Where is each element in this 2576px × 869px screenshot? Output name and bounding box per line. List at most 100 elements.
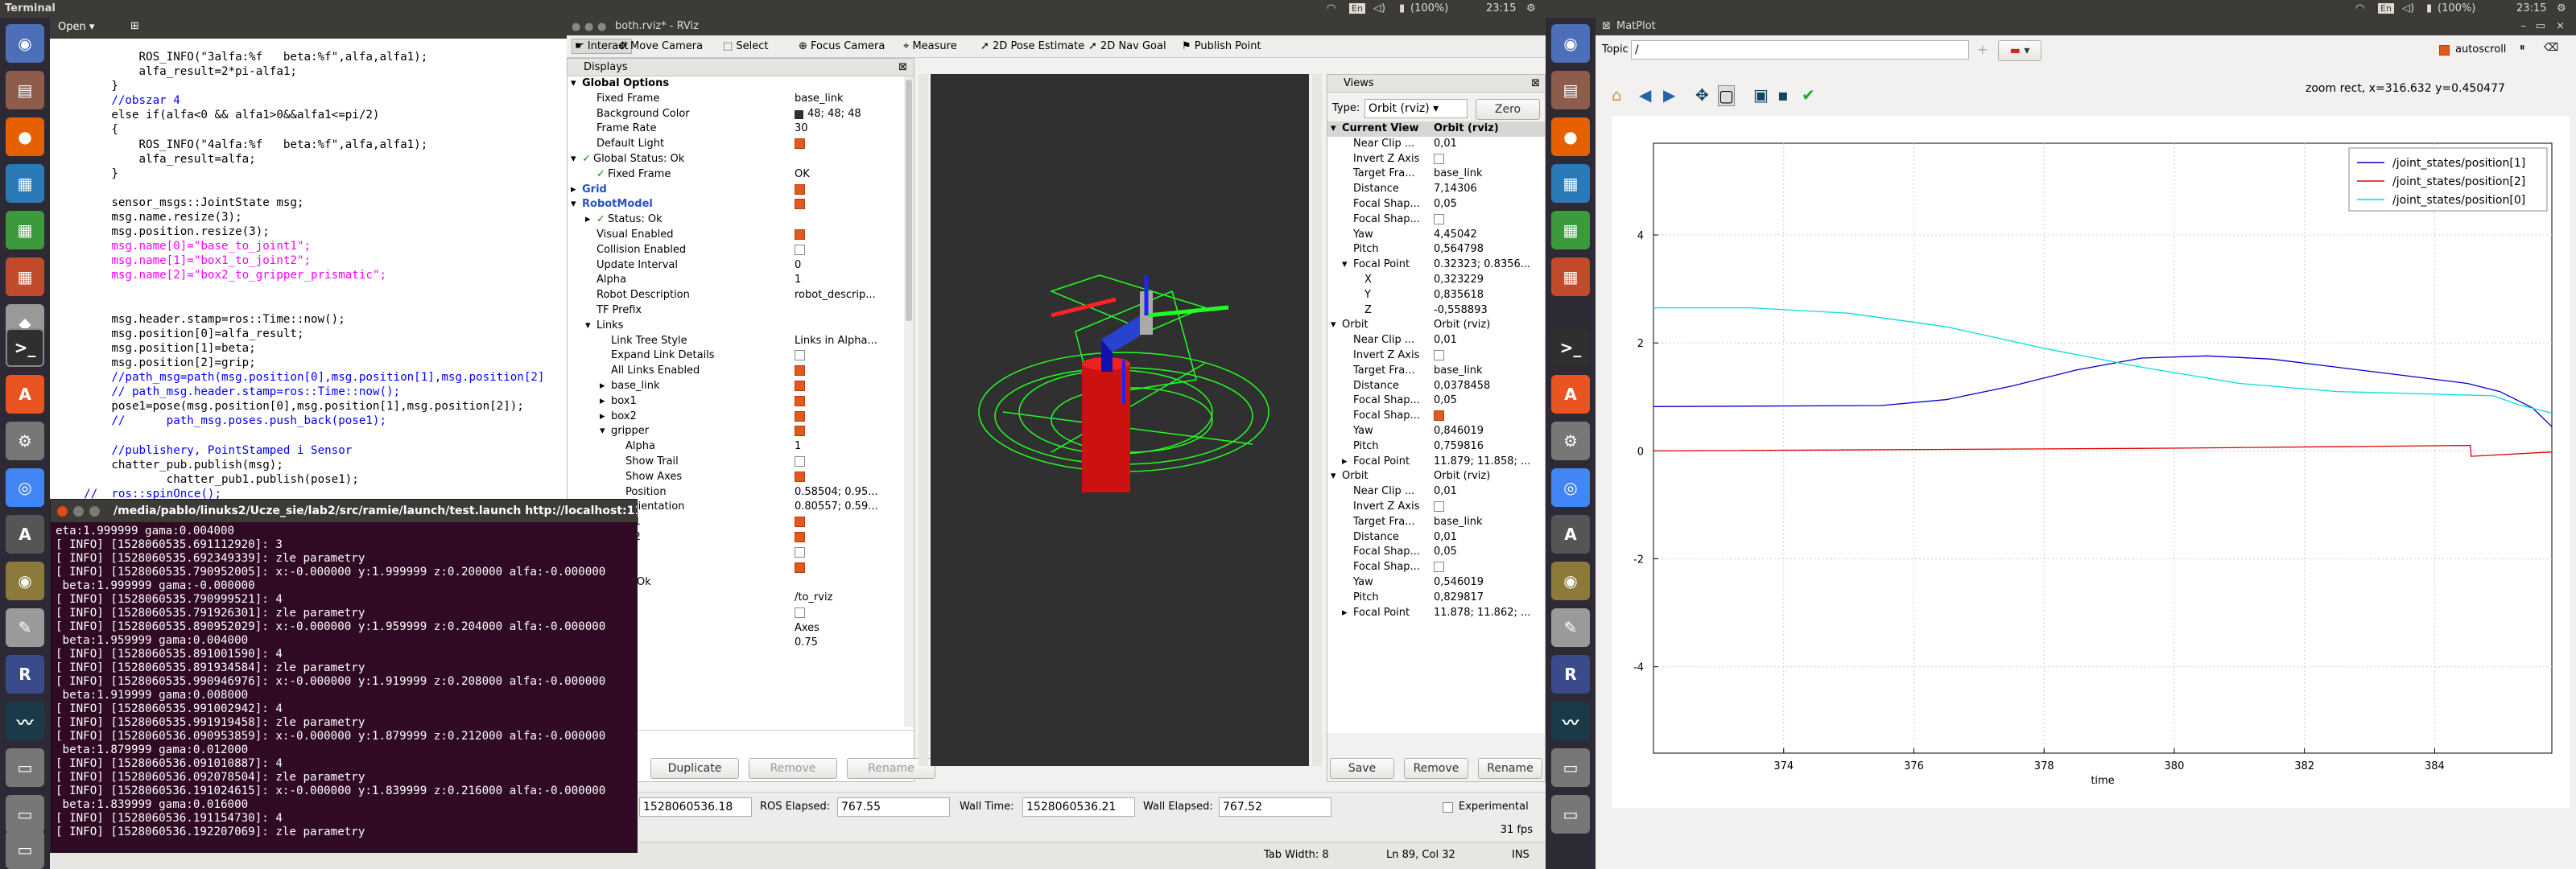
expand-arrow-icon[interactable]: ▸ — [585, 212, 591, 228]
zoom-icon[interactable]: ▢ — [1718, 85, 1735, 106]
displays-close-icon[interactable]: ⊠ — [898, 59, 907, 76]
new-tab-icon[interactable]: ⊞ — [130, 20, 139, 32]
tree-row[interactable]: Link Tree Style Links in Alpha... — [568, 334, 914, 349]
property-checkbox[interactable] — [1434, 213, 1444, 224]
terminal-icon-2[interactable]: >_ — [1551, 328, 1590, 367]
text-editor-icon[interactable]: ✎ — [6, 608, 44, 647]
tree-row[interactable]: Y 0,835618 — [1327, 288, 1545, 303]
tree-row[interactable]: ▸ Focal Point 11.879; 11.858; ... — [1327, 455, 1545, 470]
views-close-icon[interactable]: ⊠ — [1531, 75, 1540, 93]
property-value[interactable]: Links in Alpha... — [795, 334, 877, 349]
tree-row[interactable]: ▾ Focal Point 0.32323; 0.8356... — [1327, 257, 1545, 273]
expand-arrow-icon[interactable]: ▾ — [571, 76, 576, 92]
tree-row[interactable]: Near Clip ... 0,01 — [1327, 333, 1545, 348]
drive-icon[interactable]: ▭ — [6, 748, 44, 787]
property-checkbox[interactable] — [795, 138, 805, 150]
firefox-icon[interactable]: ● — [6, 117, 44, 156]
tool-publish-point[interactable]: ⚑ Publish Point — [1182, 40, 1261, 52]
expand-arrow-icon[interactable]: ▸ — [1342, 606, 1348, 621]
property-value[interactable]: Orbit (rviz) — [1434, 318, 1490, 333]
property-value[interactable]: base_link — [795, 92, 843, 107]
settings-gear-icon[interactable]: ⚙ — [1526, 2, 1536, 14]
tool-measure[interactable]: ⌖ Measure — [903, 40, 957, 52]
expand-arrow-icon[interactable]: ▾ — [571, 197, 576, 212]
tree-row[interactable]: TF Prefix — [568, 303, 914, 319]
battery-icon[interactable]: ▮ — [1399, 2, 1405, 14]
tree-row[interactable]: Pitch 0,759816 — [1327, 439, 1545, 455]
property-value[interactable]: base_link — [1434, 167, 1482, 182]
rename-view-button[interactable]: Rename — [1478, 758, 1542, 779]
property-value[interactable]: 0,564798 — [1434, 242, 1484, 257]
tree-row[interactable]: ▸ box2 — [568, 410, 914, 425]
calc-icon[interactable]: ▦ — [6, 211, 44, 249]
drive-icon-4[interactable]: ▭ — [1551, 795, 1590, 834]
rviz-min-icon[interactable]: ● — [584, 21, 593, 33]
property-value[interactable]: OK — [795, 167, 810, 183]
tree-row[interactable]: Z -0,558893 — [1327, 303, 1545, 319]
terminal-min-icon[interactable] — [73, 506, 84, 517]
chrome-icon[interactable]: ◎ — [6, 468, 44, 507]
zero-button[interactable]: Zero — [1476, 99, 1540, 120]
property-value[interactable]: base_link — [1434, 515, 1482, 530]
tree-row[interactable]: Collision Enabled — [568, 243, 914, 258]
rviz-icon-2[interactable]: R — [1551, 655, 1590, 694]
tree-row[interactable]: ▸ Grid — [568, 183, 914, 198]
arduino-icon-2[interactable]: A — [1551, 515, 1590, 554]
tree-row[interactable]: Distance 7,14306 — [1327, 182, 1545, 197]
tree-row[interactable]: Near Clip ... 0,01 — [1327, 137, 1545, 152]
tree-row[interactable]: Invert Z Axis — [1327, 348, 1545, 364]
property-checkbox[interactable] — [795, 380, 805, 391]
tree-row[interactable]: Robot Description robot_descrip... — [568, 288, 914, 303]
property-value[interactable]: 0.58504; 0.95... — [795, 485, 878, 500]
tool-2d-nav-goal[interactable]: ➚ 2D Nav Goal — [1088, 40, 1166, 52]
property-checkbox[interactable] — [795, 199, 805, 210]
tree-row[interactable]: Alpha 1 — [568, 439, 914, 455]
save-figure-icon[interactable]: ▪ — [1777, 85, 1789, 105]
back-icon[interactable]: ◀ — [1639, 85, 1651, 105]
tree-row[interactable]: Focal Shap... 0,05 — [1327, 393, 1545, 409]
property-value[interactable]: 0,01 — [1434, 530, 1457, 546]
left-splitter[interactable] — [919, 74, 928, 766]
impress-icon[interactable]: ▦ — [6, 257, 44, 296]
tree-row[interactable]: ▾ RobotModel — [568, 197, 914, 212]
tree-row[interactable]: Focal Shap... 0,05 — [1327, 545, 1545, 560]
tree-row[interactable]: Background Color 48; 48; 48 — [568, 107, 914, 122]
text-editor-icon-2[interactable]: ✎ — [1551, 608, 1590, 647]
expand-arrow-icon[interactable]: ▾ — [585, 319, 591, 334]
expand-arrow-icon[interactable]: ▸ — [600, 379, 605, 394]
property-value[interactable]: 0 — [795, 258, 801, 274]
writer-icon[interactable]: ▦ — [6, 164, 44, 203]
property-value[interactable]: 0,01 — [1434, 137, 1457, 152]
property-value[interactable]: 0.32323; 0.8356... — [1434, 257, 1530, 273]
dash-icon-2[interactable]: ◉ — [1551, 24, 1590, 63]
property-checkbox[interactable] — [795, 546, 805, 558]
property-value[interactable]: Orbit (rviz) — [1434, 121, 1499, 137]
pan-icon[interactable]: ✥ — [1695, 85, 1709, 105]
system-settings-icon[interactable]: ⚙ — [6, 422, 44, 460]
code-view[interactable]: ROS_INFO("3alfa:%f beta:%f",alfa,alfa1);… — [56, 50, 544, 516]
tree-row[interactable]: Pitch 0,829817 — [1327, 591, 1545, 606]
terminal-window[interactable]: /media/pablo/linuks2/Ucze_sie/lab2/src/r… — [50, 499, 638, 853]
property-value[interactable]: 1 — [795, 439, 801, 455]
tree-row[interactable]: ▸ base_link — [568, 379, 914, 394]
drive-icon-2[interactable]: ▭ — [6, 795, 44, 834]
property-value[interactable]: 0,0378458 — [1434, 379, 1490, 394]
tree-row[interactable]: Target Fra... base_link — [1327, 167, 1545, 182]
property-checkbox[interactable] — [795, 562, 805, 573]
property-value[interactable]: Axes — [795, 621, 819, 636]
clock-2[interactable]: 23:15 — [2516, 2, 2546, 14]
firefox-icon-2[interactable]: ● — [1551, 117, 1590, 156]
tree-row[interactable]: Visual Enabled — [568, 228, 914, 243]
gedit-open-button[interactable]: Open ▾ — [58, 21, 94, 33]
property-checkbox[interactable] — [795, 517, 805, 528]
expand-arrow-icon[interactable]: ▾ — [571, 152, 576, 167]
tree-row[interactable]: Expand Link Details — [568, 348, 914, 364]
tree-row[interactable]: Show Trail — [568, 455, 914, 470]
tree-row[interactable]: ▾ Links — [568, 319, 914, 334]
tree-row[interactable]: Focal Shap... — [1327, 560, 1545, 575]
tree-row[interactable]: ▸ ✓ Status: Ok — [568, 212, 914, 228]
property-checkbox[interactable] — [795, 183, 805, 195]
property-value[interactable]: 4,45042 — [1434, 228, 1477, 243]
tree-row[interactable]: Distance 0,0378458 — [1327, 379, 1545, 394]
tree-row[interactable]: Invert Z Axis — [1327, 152, 1545, 167]
